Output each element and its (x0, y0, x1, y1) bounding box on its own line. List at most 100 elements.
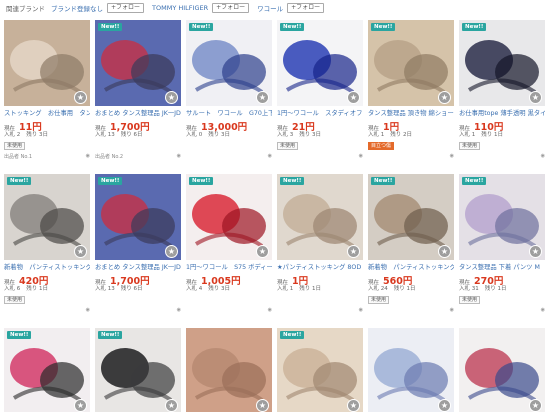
watchlist-star-icon[interactable]: ★ (529, 399, 542, 412)
product-thumbnail[interactable]: New!! ★ (277, 328, 363, 412)
product-title[interactable]: サルート ワコール G70上下 (186, 109, 272, 118)
time-left: 3日 (39, 132, 49, 138)
product-thumbnail[interactable]: New!! ★ (186, 20, 272, 106)
product-card[interactable]: New!! ★ 新着物 パンティストッキング 現在 420円 入札 6 残り 1日 未使用 ◉ (4, 174, 90, 315)
seller-name[interactable]: 出品者 No.2 (95, 153, 123, 161)
product-thumbnail[interactable]: ★ (4, 20, 90, 106)
product-thumbnail[interactable]: New!! ★ (95, 328, 181, 412)
time-left-info: 残り 1日 (481, 131, 503, 139)
follow-button-none[interactable]: +フォロー (107, 3, 145, 13)
time-left-info: 残り 1日 (485, 285, 507, 293)
watchlist-star-icon[interactable]: ★ (256, 399, 269, 412)
seller-row: ◉ (277, 307, 363, 315)
watchlist-star-icon[interactable]: ★ (347, 91, 360, 104)
product-card[interactable]: New!! ★ 1円〜ワコール スタディオファ 現在 21円 入札 3 残り 3日 未使用 ◉ (277, 20, 363, 161)
seller-row: ◉ (368, 153, 454, 161)
follow-button-tommy[interactable]: +フォロー (212, 3, 250, 13)
bid-count: 24 (380, 286, 388, 292)
time-left-info: 残り 3日 (208, 131, 230, 139)
condition-row (186, 295, 272, 304)
bids-label: 入札 (95, 286, 107, 292)
product-title[interactable]: タンス整理品 頂き物 綿ショーツ (368, 109, 454, 118)
product-title[interactable]: 1円〜ワコール スタディオファ (277, 109, 363, 118)
watchlist-star-icon[interactable]: ★ (256, 245, 269, 258)
watchlist-star-icon[interactable]: ★ (529, 91, 542, 104)
product-card[interactable]: New!! ★ タンス整理品 頂き物 綿ショーツ 現在 1円 入札 1 残り 2日 目立つ傷 ◉ (368, 20, 454, 161)
product-card[interactable]: ★ ストッキング お仕事用 タンス 現在 11円 入札 2 残り 3日 未使用 出品者 No.… (4, 20, 90, 161)
watchlist-star-icon[interactable]: ★ (438, 91, 451, 104)
watchlist-star-icon[interactable]: ★ (438, 245, 451, 258)
condition-tag: 未使用 (4, 141, 26, 150)
watchlist-star-icon[interactable]: ★ (438, 399, 451, 412)
product-thumbnail[interactable]: New!! ★ (368, 20, 454, 106)
watchlist-star-icon[interactable]: ★ (347, 245, 360, 258)
product-title[interactable]: 新着物 パンティストッキング (4, 263, 90, 272)
product-card[interactable]: New!! ★ (277, 328, 363, 412)
auction-meta: 入札 1 残り 2日 (368, 131, 454, 139)
product-thumbnail[interactable]: ★ (368, 328, 454, 412)
follow-button-wacoal[interactable]: +フォロー (287, 3, 325, 13)
product-card[interactable]: ★ (186, 328, 272, 412)
product-thumbnail[interactable]: New!! ★ (277, 174, 363, 260)
bids-info: 入札 24 (368, 285, 388, 293)
watchlist-star-icon[interactable]: ★ (74, 245, 87, 258)
product-title[interactable]: おまとめ タンス整理品 JK一JD一 (95, 109, 181, 118)
watchlist-star-icon[interactable]: ★ (529, 245, 542, 258)
brand-link-none[interactable]: ブランド登録なし (51, 3, 103, 13)
product-card[interactable]: New!! ★ おまとめ タンス整理品 JK一JD一 現在 1,700円 入札 13 残り … (95, 20, 181, 161)
watchlist-star-icon[interactable]: ★ (165, 245, 178, 258)
product-card[interactable]: New!! ★ おまとめ タンス整理品 JK一JD一 現在 1,700円 入札 13 残り … (95, 174, 181, 315)
new-badge: New!! (280, 23, 305, 31)
condition-tag: 未使用 (459, 141, 481, 150)
product-title[interactable]: おまとめ タンス整理品 JK一JD一 (95, 263, 181, 272)
product-title[interactable]: ★パンティストッキング 8OD (277, 263, 363, 272)
watchlist-star-icon[interactable]: ★ (256, 91, 269, 104)
brand-link-wacoal[interactable]: ワコール (257, 3, 283, 13)
product-card[interactable]: New!! ★ サルート ワコール G70上下 現在 13,000円 入札 0 残り 3日 ◉ (186, 20, 272, 161)
product-thumbnail[interactable]: New!! ★ (186, 174, 272, 260)
product-thumbnail[interactable]: New!! ★ (95, 20, 181, 106)
product-title[interactable]: 新着物 パンティストッキング (368, 263, 454, 272)
product-card[interactable]: New!! ★ (95, 328, 181, 412)
condition-row: 未使用 (459, 141, 545, 150)
product-card[interactable]: New!! ★ ★パンティストッキング 8OD 現在 1円 入札 1 残り 1日 ◉ (277, 174, 363, 315)
product-title[interactable]: 1円〜ワコール S75 ボディー (186, 263, 272, 272)
product-card[interactable]: ★ (368, 328, 454, 412)
new-badge: New!! (280, 331, 305, 339)
product-title[interactable]: お仕事用tope 薄手透明 黒タイツ (459, 109, 545, 118)
product-thumbnail[interactable]: New!! ★ (459, 20, 545, 106)
product-card[interactable]: New!! ★ タンス整理品 下着 パンツ M 現在 270円 入札 31 残り 1日 未使用… (459, 174, 545, 315)
time-left: 3日 (221, 132, 231, 138)
product-thumbnail[interactable]: New!! ★ (459, 174, 545, 260)
time-left-info: 残り 3日 (26, 131, 48, 139)
bids-label: 入札 (4, 286, 16, 292)
bids-info: 入札 3 (277, 131, 293, 139)
watchlist-star-icon[interactable]: ★ (74, 91, 87, 104)
product-thumbnail[interactable]: ★ (459, 328, 545, 412)
product-card[interactable]: New!! ★ 1円〜ワコール S75 ボディー 現在 1,005円 入札 4 残り 3日 ◉ (186, 174, 272, 315)
bids-label: 入札 (277, 132, 289, 138)
auction-meta: 入札 1 残り 1日 (277, 285, 363, 293)
watchlist-star-icon[interactable]: ★ (165, 91, 178, 104)
watchlist-star-icon[interactable]: ★ (165, 399, 178, 412)
product-thumbnail[interactable]: New!! ★ (95, 174, 181, 260)
product-card[interactable]: ★ (459, 328, 545, 412)
product-card[interactable]: New!! ★ お仕事用tope 薄手透明 黒タイツ 現在 110円 入札 1 残り 1日未… (459, 20, 545, 161)
product-thumbnail[interactable]: ★ (186, 328, 272, 412)
product-card[interactable]: New!! ★ 新着物 パンティストッキング 現在 560円 入札 24 残り 1日 未使用 ◉ (368, 174, 454, 315)
seller-name[interactable]: 出品者 No.1 (4, 153, 32, 161)
time-left-label: 残り (26, 132, 38, 138)
time-left: 6日 (133, 286, 143, 292)
product-thumbnail[interactable]: New!! ★ (277, 20, 363, 106)
condition-tag: 未使用 (368, 295, 390, 304)
brand-link-tommy[interactable]: TOMMY HILFIGER (152, 4, 208, 12)
watchlist-star-icon[interactable]: ★ (74, 399, 87, 412)
watchlist-star-icon[interactable]: ★ (347, 399, 360, 412)
product-title[interactable]: タンス整理品 下着 パンツ M (459, 263, 545, 272)
product-thumbnail[interactable]: New!! ★ (4, 328, 90, 412)
bids-info: 入札 13 (95, 131, 115, 139)
product-thumbnail[interactable]: New!! ★ (368, 174, 454, 260)
product-card[interactable]: New!! ★ (4, 328, 90, 412)
product-thumbnail[interactable]: New!! ★ (4, 174, 90, 260)
product-title[interactable]: ストッキング お仕事用 タンス (4, 109, 90, 118)
